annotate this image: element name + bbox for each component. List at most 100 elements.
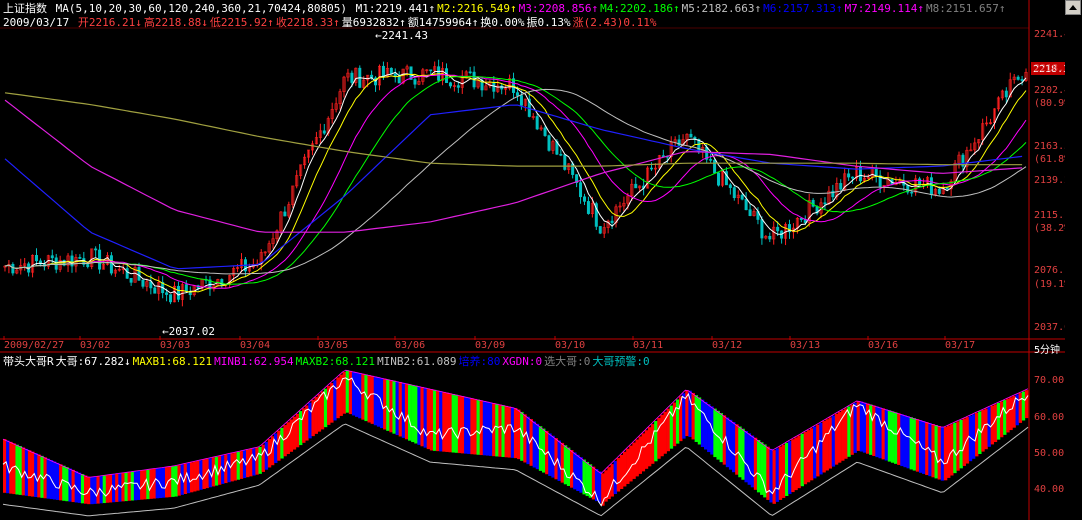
candle-body [610,220,614,223]
indicator-band [1024,390,1029,419]
indicator-band [255,447,259,475]
indicator-band [906,416,910,469]
candle-body [35,255,39,262]
indicator-band [370,375,375,424]
bar-date: 2009/03/17 [3,16,70,29]
indicator-band [719,413,723,463]
period-selector[interactable]: 5分钟 [1034,341,1060,356]
indicator-band [386,379,390,431]
indicator-band [127,472,132,501]
indicator-band [579,457,583,493]
indicator-band [467,397,471,454]
indicator-band [77,472,82,503]
indicator-band [884,409,889,461]
indicator-band [320,391,325,430]
indicator-band [632,442,636,479]
indicator-band [411,384,415,443]
indicator-band [102,475,107,504]
price-plot[interactable] [3,59,1028,307]
indicator-band [526,416,530,465]
candle-body [582,196,586,202]
candle-body [322,130,326,134]
indicator-value-7: XGDN:0 [502,355,543,368]
indicator-band [258,446,262,474]
indicator-band [448,393,452,453]
scroll-up-button[interactable] [1065,0,1082,20]
indicator-band [408,384,412,441]
indicator-value-3: MINB1:62.954 [214,355,294,368]
indicator-band [523,414,527,463]
indicator-band [943,426,948,481]
indicator-band [383,378,387,430]
candle-body [153,287,157,294]
indicator-band [161,467,166,498]
time-tick-label: 03/11 [633,340,664,351]
candle-body [137,267,141,281]
ma-value-6: M7:2149.114↑ [844,2,925,15]
indicator-band [996,402,1001,440]
candle-body [125,268,129,279]
candle-body [413,79,417,85]
ma-line-3 [4,73,1027,289]
indicator-band [168,466,172,498]
candle-body [176,285,180,300]
indicator-band [336,377,340,419]
candle-body [929,177,933,195]
indicator-band [616,457,621,492]
candle-body [744,198,748,211]
indicator-band [563,445,568,485]
indicator-band [732,422,736,473]
right-sidebar[interactable] [1065,0,1082,520]
indicator-band [348,370,353,415]
indicator-band [298,411,303,446]
index-name: 上证指数 [3,2,47,15]
indicator-band [894,412,898,464]
candle-body [448,82,452,87]
indicator-band [460,396,465,454]
candle-body [717,172,721,186]
indicator-band [420,387,424,447]
candle-body [776,226,780,232]
indicator-value-8: 选大哥:0 [544,355,591,368]
indicator-band [626,448,630,484]
candle-body [169,294,173,303]
indicator-band [703,401,708,450]
ohlc-value-7: 振0.13% [526,16,571,29]
indicator-band [417,386,421,445]
indicator-band [619,454,624,489]
indicator-band [778,446,783,500]
candle-body [634,183,638,189]
indicator-band [373,376,378,426]
candle-body [515,92,519,96]
indicator-band [828,417,833,469]
candle-body [94,248,98,251]
candle-body [141,279,145,287]
indicator-band [249,449,253,477]
indicator-band [946,425,951,478]
indicator-band [953,422,957,474]
high-annotation: ←2241.43 [375,29,428,42]
indicator-band [12,443,16,495]
indicator-band [660,414,664,457]
indicator-band [629,445,633,482]
indicator-band [772,450,776,504]
indicator-band [236,451,241,480]
indicator-band [784,442,789,496]
ohlc-header: 2009/03/17 开2216.21↓ 高2218.88↓ 低2215.92↑ 收2… [3,16,661,29]
indicator-band [68,468,72,502]
indicator-band [688,390,692,437]
indicator-band [280,427,284,459]
indicator-band [283,425,287,457]
indicator-band [666,408,671,452]
ohlc-value-5: 额14759964↑ [407,16,479,29]
candle-body [748,209,752,216]
indicator-band [647,427,652,467]
candle-body [1004,90,1008,98]
time-tick-label: 03/02 [80,340,111,351]
candle-body [823,202,827,205]
ma-line-5 [4,88,1027,275]
candle-body [456,85,460,88]
indicator-band [389,380,393,433]
indicator-plot[interactable] [2,369,1029,517]
indicator-band [959,419,963,469]
